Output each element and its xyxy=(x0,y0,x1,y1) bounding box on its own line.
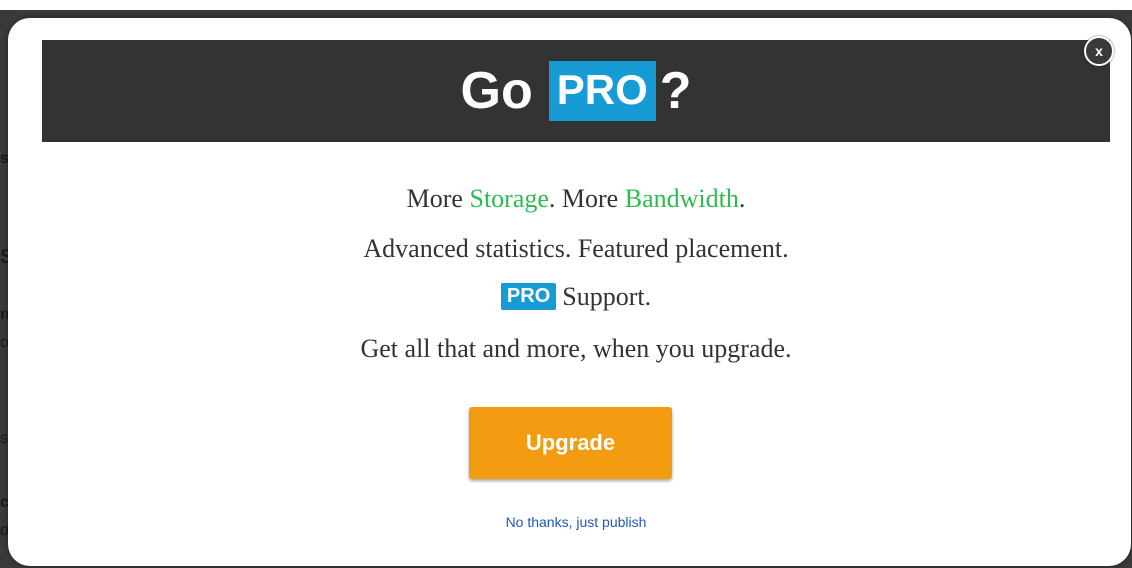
line1-text: . xyxy=(738,184,746,213)
feature-line-statistics: Advanced statistics. Featured placement. xyxy=(363,234,789,263)
no-thanks-link[interactable]: No thanks, just publish xyxy=(42,514,1110,530)
feature-line-upgrade: Get all that and more, when you upgrade. xyxy=(360,334,792,363)
bandwidth-highlight: Bandwidth xyxy=(624,184,739,213)
modal-title: Go PRO ? xyxy=(460,60,692,122)
close-icon[interactable]: x xyxy=(1084,36,1114,66)
line1-text: . More xyxy=(548,184,625,213)
background-text: s xyxy=(0,430,8,447)
title-pro-badge: PRO xyxy=(548,60,656,122)
support-pro-badge: PRO xyxy=(500,283,557,310)
top-strip xyxy=(0,0,1132,10)
modal-header: Go PRO ? xyxy=(42,40,1110,142)
title-suffix: ? xyxy=(659,61,692,120)
feature-line-storage: More Storage. More Bandwidth. xyxy=(42,184,1110,214)
title-prefix: Go xyxy=(460,61,533,120)
line1-text: More xyxy=(406,184,470,213)
storage-highlight: Storage xyxy=(469,184,549,213)
upgrade-button[interactable]: Upgrade xyxy=(469,407,672,479)
support-text: Support. xyxy=(562,282,652,311)
go-pro-modal: Go PRO ? More Storage. More Bandwidth. A… xyxy=(8,18,1131,566)
feature-line-support: PRO Support. xyxy=(42,282,1110,312)
